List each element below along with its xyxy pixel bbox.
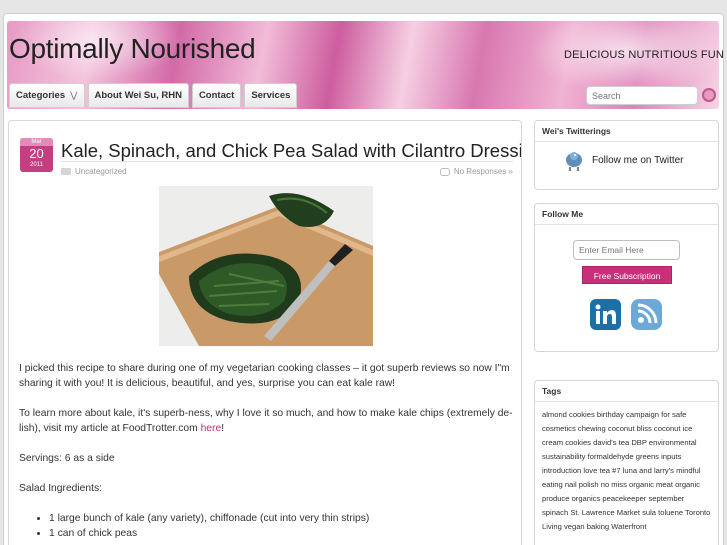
tag-link[interactable]: organics bbox=[572, 494, 601, 503]
date-month: Mar bbox=[20, 138, 53, 146]
post-body: I picked this recipe to share during one… bbox=[19, 361, 513, 541]
ingredient-list: 1 large bunch of kale (any variety), chi… bbox=[49, 511, 513, 541]
tag-link[interactable]: introduction bbox=[542, 466, 581, 475]
tag-link[interactable]: inputs bbox=[661, 452, 681, 461]
comments-label: No Responses » bbox=[453, 167, 513, 176]
category-label: Uncategorized bbox=[75, 167, 127, 176]
widget-title: Wei's Twitterings bbox=[535, 121, 718, 142]
twitter-follow-link[interactable]: Follow me on Twitter bbox=[535, 142, 718, 172]
follow-widget: Follow Me Free Subscription bbox=[534, 203, 719, 352]
main-nav: Categories ⋁ About Wei Su, RHN Contact S… bbox=[9, 83, 298, 108]
rss-feed-icon[interactable] bbox=[630, 298, 663, 331]
post-paragraph: Servings: 6 as a side bbox=[19, 453, 115, 464]
site-title[interactable]: Optimally Nourished bbox=[9, 33, 256, 65]
nav-item-about[interactable]: About Wei Su, RHN bbox=[87, 83, 189, 108]
tag-link[interactable]: St. Lawrence Market bbox=[570, 508, 640, 517]
subscribe-button[interactable]: Free Subscription bbox=[582, 266, 672, 284]
social-links bbox=[535, 284, 718, 331]
widget-title: Tags bbox=[535, 381, 718, 402]
chevron-down-icon: ⋁ bbox=[70, 90, 78, 100]
tag-link[interactable]: love bbox=[583, 466, 597, 475]
post-paragraph: Salad Ingredients: bbox=[19, 483, 103, 494]
post-article: Mar 20 2011 Kale, Spinach, and Chick Pea… bbox=[8, 120, 522, 545]
tag-link[interactable]: birthday bbox=[597, 410, 624, 419]
tag-link[interactable]: Waterfront bbox=[611, 522, 646, 531]
nav-item-label: Services bbox=[251, 90, 291, 101]
kale-cutting-board-photo bbox=[159, 186, 373, 346]
post-comments-link[interactable]: No Responses » bbox=[439, 167, 513, 176]
tag-link[interactable]: DBP bbox=[631, 438, 646, 447]
tag-link[interactable]: sula bbox=[642, 508, 656, 517]
tag-link[interactable]: formaldehyde bbox=[588, 452, 634, 461]
tag-link[interactable]: coconut bliss bbox=[608, 424, 652, 433]
follow-twitter-label: Follow me on Twitter bbox=[592, 154, 684, 166]
tag-link[interactable]: chewing bbox=[578, 424, 606, 433]
here-link[interactable]: here bbox=[201, 423, 222, 434]
date-year: 2011 bbox=[30, 162, 43, 168]
list-item: 1 can of chick peas bbox=[49, 526, 513, 541]
tag-link[interactable]: almond cookies bbox=[542, 410, 595, 419]
widget-title: Follow Me bbox=[535, 204, 718, 225]
post-title[interactable]: Kale, Spinach, and Chick Pea Salad with … bbox=[61, 140, 521, 162]
tag-link[interactable]: Living bbox=[542, 522, 562, 531]
tag-link[interactable]: david's tea bbox=[593, 438, 629, 447]
twitter-widget: Wei's Twitterings Follow me on Twitter bbox=[534, 120, 719, 190]
tag-link[interactable]: organic meat bbox=[629, 480, 673, 489]
comment-icon bbox=[439, 167, 450, 176]
post-category[interactable]: Uncategorized bbox=[61, 167, 127, 176]
nav-item-label: Contact bbox=[198, 90, 235, 101]
site-tagline: DELICIOUS NUTRITIOUS FUN bbox=[564, 49, 725, 61]
tag-link[interactable]: nail polish bbox=[565, 480, 599, 489]
tag-link[interactable]: vegan baking bbox=[564, 522, 609, 531]
post-paragraph: To learn more about kale, it's superb-ne… bbox=[19, 406, 513, 436]
list-item: 1 large bunch of kale (any variety), chi… bbox=[49, 511, 513, 526]
tag-link[interactable]: greens bbox=[636, 452, 659, 461]
nav-item-contact[interactable]: Contact bbox=[191, 83, 242, 108]
email-field[interactable] bbox=[573, 240, 680, 260]
search-input[interactable] bbox=[586, 86, 698, 105]
tag-link[interactable]: no miss bbox=[601, 480, 627, 489]
nav-item-services[interactable]: Services bbox=[244, 83, 298, 108]
tag-link[interactable]: september bbox=[648, 494, 684, 503]
paragraph-after: ! bbox=[221, 423, 225, 434]
nav-item-label: About Wei Su, RHN bbox=[94, 90, 182, 101]
date-badge: Mar 20 2011 bbox=[20, 138, 53, 172]
search-button[interactable] bbox=[702, 88, 716, 102]
post-image bbox=[159, 186, 373, 346]
date-day: 20 bbox=[29, 146, 44, 161]
twitter-bird-icon bbox=[566, 152, 582, 171]
tag-link[interactable]: spinach bbox=[542, 508, 568, 517]
post-meta: Uncategorized No Responses » bbox=[61, 161, 513, 177]
nav-item-categories[interactable]: Categories ⋁ bbox=[9, 83, 85, 108]
tag-link[interactable]: cookies bbox=[565, 438, 591, 447]
nav-item-label: Categories bbox=[16, 90, 66, 101]
tags-widget: Tags almond cookies birthday campaign fo… bbox=[534, 380, 719, 545]
tag-link[interactable]: peacekeeper bbox=[602, 494, 646, 503]
paragraph-text: To learn more about kale, it's superb-ne… bbox=[19, 408, 513, 434]
tag-cloud: almond cookies birthday campaign for saf… bbox=[535, 402, 718, 540]
tag-link[interactable]: luna and larry's bbox=[623, 466, 674, 475]
post-paragraph: I picked this recipe to share during one… bbox=[19, 363, 510, 389]
tag-link[interactable]: toluene bbox=[658, 508, 683, 517]
folder-icon bbox=[61, 168, 71, 175]
tag-link[interactable]: #7 bbox=[612, 466, 620, 475]
tag-link[interactable]: Toronto bbox=[685, 508, 710, 517]
tag-link[interactable]: tea bbox=[599, 466, 610, 475]
linkedin-icon[interactable] bbox=[589, 298, 622, 331]
